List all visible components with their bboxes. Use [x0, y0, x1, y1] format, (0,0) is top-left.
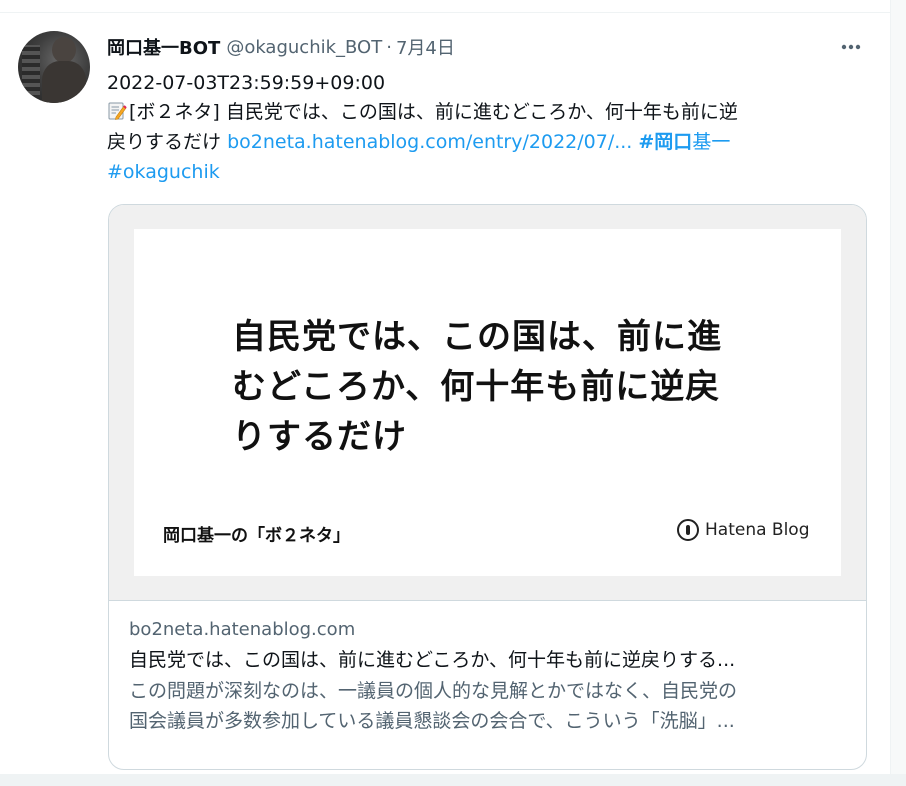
tweet[interactable]: 岡口基一BOT @okaguchik_BOT · 7月4日 2022-07-03… — [0, 0, 891, 786]
avatar-body — [42, 61, 86, 103]
og-title-line: むどころか、何十年も前に逆戻 — [232, 367, 721, 407]
avatar[interactable] — [18, 31, 90, 103]
user-handle[interactable]: @okaguchik_BOT — [226, 37, 382, 58]
tweet-header: 岡口基一BOT @okaguchik_BOT · 7月4日 — [107, 34, 455, 60]
card-image[interactable]: 自民党では、この国は、前に進 むどころか、何十年も前に逆戻 りするだけ 岡口基一… — [109, 205, 866, 601]
hatena-blog-logo-icon — [677, 519, 699, 541]
og-blog-name: 岡口基一の「ボ２ネタ」 — [163, 526, 350, 546]
card-info[interactable]: bo2neta.hatenablog.com 自民党では、この国は、前に進むどこ… — [129, 615, 849, 736]
tweet-date[interactable]: 7月4日 — [396, 34, 455, 60]
card-title: 自民党では、この国は、前に進むどころか、何十年も前に逆戻りする... — [129, 649, 736, 671]
divider — [0, 12, 890, 13]
tweet-text-line-3: #okaguchik — [107, 157, 220, 187]
tweet-body-text: [ボ２ネタ] 自民党では、この国は、前に進むどころか、何十年も前に逆 — [129, 101, 738, 123]
og-brand: Hatena Blog — [677, 519, 810, 541]
card-description-line: この問題が深刻なのは、一議員の個人的な見解とかではなく、自民党の — [129, 680, 738, 702]
separator-dot: · — [386, 36, 392, 58]
tweet-text-line-2: 戻りするだけ bo2neta.hatenablog.com/entry/2022… — [107, 127, 730, 157]
more-dots-glyph — [841, 44, 861, 50]
hashtag-okaguchi[interactable]: #岡口基一 — [638, 131, 730, 153]
memo-icon — [107, 100, 127, 120]
tweet-body-text-continued: 戻りするだけ — [107, 131, 222, 153]
card-domain: bo2neta.hatenablog.com — [129, 619, 356, 640]
og-title-line: りするだけ — [232, 417, 407, 457]
og-brand-label: Hatena Blog — [705, 520, 810, 540]
og-title: 自民党では、この国は、前に進 むどころか、何十年も前に逆戻 りするだけ — [232, 312, 772, 462]
more-horizontal-icon[interactable] — [836, 32, 866, 62]
og-image: 自民党では、この国は、前に進 むどころか、何十年も前に逆戻 りするだけ 岡口基一… — [134, 229, 841, 576]
tweet-text-line-1: [ボ２ネタ] 自民党では、この国は、前に進むどころか、何十年も前に逆 — [107, 97, 738, 127]
card-description-line: 国会議員が多数参加している議員懇談会の会合で、こういう「洗脳」... — [129, 710, 735, 732]
avatar-head — [52, 37, 76, 63]
tweet-timestamp-text: 2022-07-03T23:59:59+09:00 — [107, 72, 386, 94]
bottom-divider — [0, 774, 906, 786]
hashtag-okaguchik[interactable]: #okaguchik — [107, 161, 220, 183]
hashtag-rest-part: 基一 — [692, 131, 731, 153]
hashtag-bold-part: #岡口 — [638, 131, 693, 153]
avatar-background — [22, 45, 40, 95]
right-gutter — [891, 0, 906, 786]
og-title-line: 自民党では、この国は、前に進 — [232, 317, 722, 357]
link-preview-card[interactable]: 自民党では、この国は、前に進 むどころか、何十年も前に逆戻 りするだけ 岡口基一… — [108, 204, 867, 770]
display-name[interactable]: 岡口基一BOT — [107, 34, 220, 60]
tweet-link[interactable]: bo2neta.hatenablog.com/entry/2022/07/... — [227, 131, 632, 153]
